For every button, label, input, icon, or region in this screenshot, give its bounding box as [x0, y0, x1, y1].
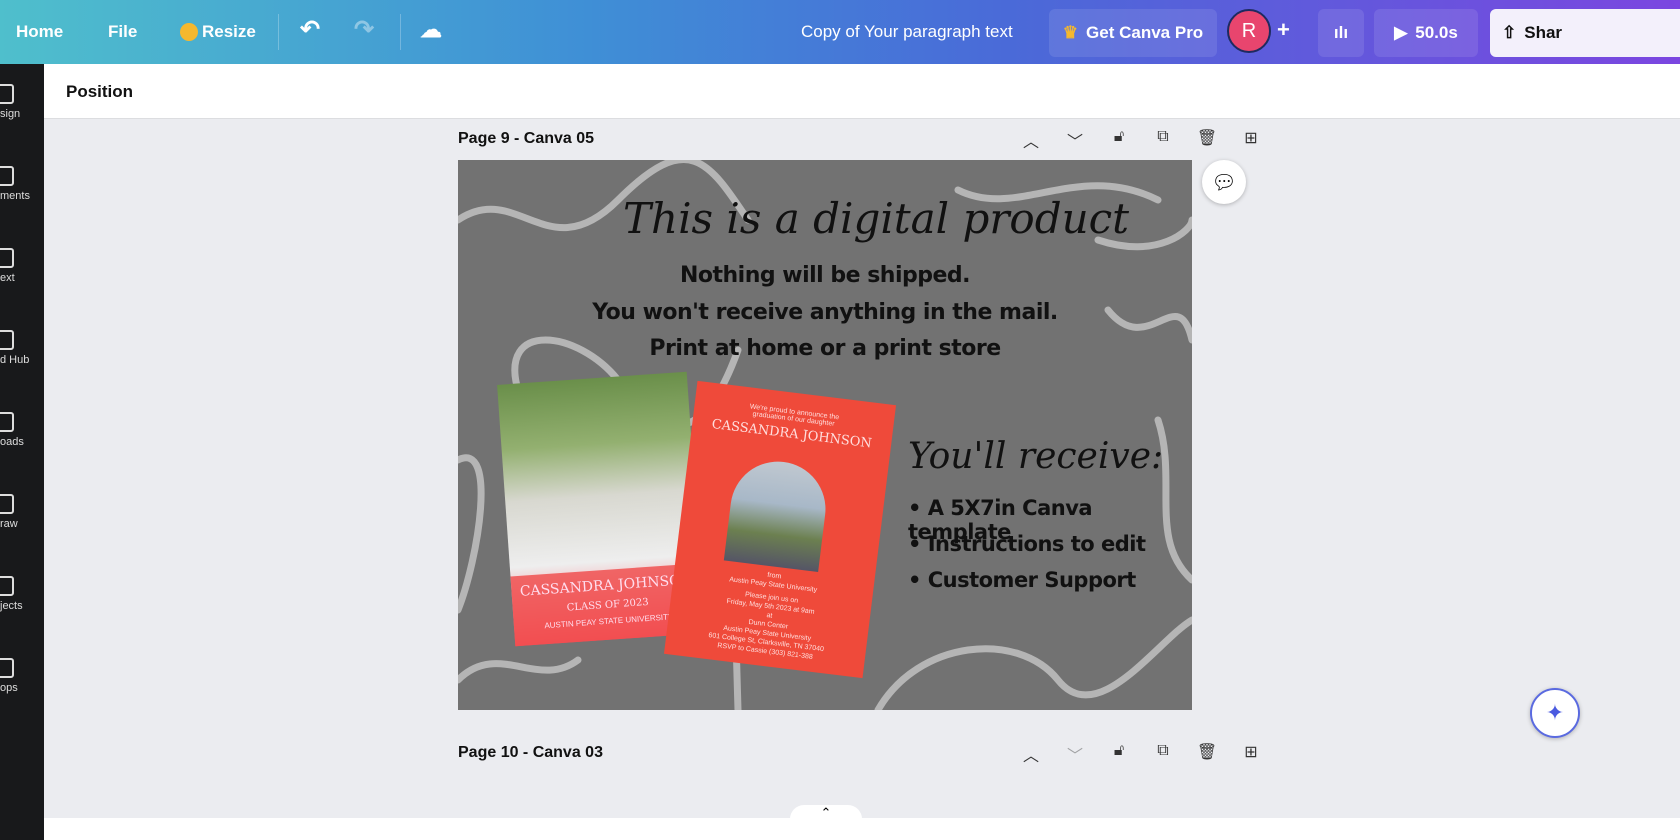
brand-hub-icon [0, 330, 14, 350]
text-icon [0, 248, 14, 268]
graduate-photo [723, 456, 831, 572]
sidebar-item-design[interactable]: sign [0, 84, 44, 120]
bullet-item: • Customer Support [908, 568, 1136, 592]
folder-icon [0, 576, 14, 596]
share-button[interactable]: ⇧ Shar [1490, 9, 1680, 57]
sidebar-item-draw[interactable]: raw [0, 494, 44, 530]
file-menu[interactable]: File [108, 22, 137, 42]
heading-text: This is a digital product [623, 194, 1130, 243]
page-label[interactable]: Page 9 - Canva 05 [458, 130, 594, 148]
sidebar-item-text[interactable]: ext [0, 248, 44, 284]
add-comment-icon[interactable]: 💬︎ [1202, 160, 1246, 204]
redo-icon[interactable]: ↷ [354, 15, 374, 44]
sidebar-item-elements[interactable]: ments [0, 166, 44, 202]
elements-icon [0, 166, 14, 186]
body-line: You won't receive anything in the mail. [592, 300, 1058, 325]
trash-icon[interactable]: 🗑︎ [1196, 128, 1218, 152]
top-bar: Home File Resize ↶ ↷ ☁ Copy of Your para… [0, 0, 1680, 64]
draw-icon [0, 494, 14, 514]
cloud-saved-icon[interactable]: ☁ [420, 17, 442, 43]
bottom-bar [44, 818, 1680, 840]
duplicate-icon[interactable]: ⧉ [1152, 742, 1174, 766]
crown-icon: ♛ [1062, 23, 1079, 42]
design-icon [0, 84, 14, 104]
sidebar: sign ments ext d Hub oads raw jects ops [0, 64, 44, 840]
share-icon: ⇧ [1502, 23, 1517, 42]
present-button[interactable]: ▶ 50.0s [1374, 9, 1478, 57]
document-title[interactable]: Copy of Your paragraph text [801, 22, 1013, 42]
page-tools: ︿ ﹀ 🔓︎ ⧉ 🗑︎ ⊞ [1020, 742, 1262, 766]
analytics-icon[interactable]: ılı [1318, 9, 1364, 57]
upload-icon [0, 412, 14, 432]
invitation-card: We're proud to announce the graduation o… [663, 380, 897, 679]
lock-icon[interactable]: 🔓︎ [1108, 128, 1130, 152]
receive-heading: You'll receive: [908, 436, 1164, 477]
add-page-icon[interactable]: ⊞ [1240, 128, 1262, 152]
crown-icon [180, 23, 198, 41]
design-page[interactable]: This is a digital product Nothing will b… [458, 160, 1192, 710]
magic-assistant-icon[interactable]: ✦ [1530, 688, 1580, 738]
chevron-down-icon[interactable]: ﹀ [1064, 128, 1086, 152]
home-button[interactable]: Home [16, 22, 63, 42]
page-tools: ︿ ﹀ 🔓︎ ⧉ 🗑︎ ⊞ [1020, 128, 1262, 152]
bullet-item: • Instructions to edit [908, 532, 1146, 556]
apps-icon [0, 658, 14, 678]
sidebar-item-uploads[interactable]: oads [0, 412, 44, 448]
resize-button[interactable]: Resize [202, 22, 256, 42]
page-label[interactable]: Page 10 - Canva 03 [458, 744, 603, 762]
lock-icon[interactable]: 🔓︎ [1108, 742, 1130, 766]
trash-icon[interactable]: 🗑︎ [1196, 742, 1218, 766]
chevron-down-icon[interactable]: ﹀ [1064, 742, 1086, 766]
body-line: Print at home or a print store [649, 336, 1001, 361]
undo-icon[interactable]: ↶ [300, 15, 320, 44]
body-line: Nothing will be shipped. [679, 263, 971, 288]
chevron-up-icon[interactable]: ︿ [1020, 128, 1042, 152]
position-button[interactable]: Position [66, 82, 133, 102]
context-toolbar: Position [44, 64, 1680, 119]
duplicate-icon[interactable]: ⧉ [1152, 128, 1174, 152]
get-canva-pro-button[interactable]: ♛ Get Canva Pro [1049, 9, 1217, 57]
sidebar-item-projects[interactable]: jects [0, 576, 44, 612]
sidebar-item-apps[interactable]: ops [0, 658, 44, 694]
add-page-icon[interactable]: ⊞ [1240, 742, 1262, 766]
add-collaborator-icon[interactable]: + [1277, 17, 1290, 43]
avatar[interactable]: R [1227, 9, 1271, 53]
sidebar-item-brand-hub[interactable]: d Hub [0, 330, 44, 366]
chevron-up-icon[interactable]: ︿ [1020, 742, 1042, 766]
play-icon: ▶ [1394, 23, 1408, 42]
